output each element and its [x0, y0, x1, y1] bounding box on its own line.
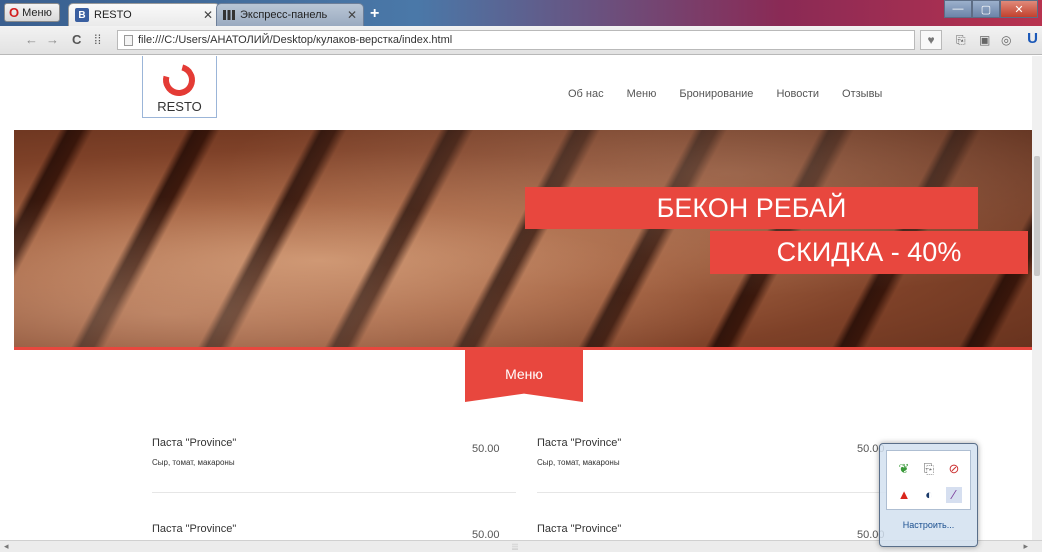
address-toolbar: ← → C ⁞⁞ file:///C:/Users/АНАТОЛИЙ/Deskt…: [0, 26, 1042, 55]
hero-divider: [14, 347, 1032, 350]
leaf-icon[interactable]: ❦: [896, 461, 912, 477]
nav-item-news[interactable]: Новости: [776, 88, 819, 100]
promo-title: БЕКОН РЕБАЙ: [525, 187, 978, 229]
menu-item-name: Паста "Province": [152, 523, 237, 535]
viewport-left-margin: [0, 56, 14, 540]
address-text: file:///C:/Users/АНАТОЛИЙ/Desktop/кулако…: [138, 34, 453, 46]
menu-item-name: Паста "Province": [537, 437, 622, 449]
menu-item-desc: Сыр, томат, макароны: [537, 458, 620, 467]
hero-banner: БЕКОН РЕБАЙ СКИДКА - 40%: [14, 130, 1032, 347]
nav-item-booking[interactable]: Бронирование: [679, 88, 753, 100]
nav-item-about[interactable]: Об нас: [568, 88, 604, 100]
clipboard-icon[interactable]: ⎘: [921, 461, 937, 477]
menu-section-ribbon: Меню: [465, 350, 583, 402]
close-icon[interactable]: ✕: [347, 8, 357, 22]
page-icon: [124, 35, 133, 46]
divider: [152, 492, 516, 493]
snapshot-icon[interactable]: ⎘: [956, 33, 966, 48]
warning-icon[interactable]: ▲: [896, 487, 912, 503]
tray-overflow-popup: ❦ ⎘ ⊘ ▲ ◐ ∕ Настроить...: [879, 443, 978, 547]
window-close-button[interactable]: ✕: [1000, 0, 1038, 18]
opera-logo-icon: O: [9, 5, 20, 20]
site-nav: Об нас Меню Бронирование Новости Отзывы: [568, 88, 882, 100]
tab-resto-label: RESTO: [94, 9, 132, 21]
opera-menu-button[interactable]: O Меню: [4, 3, 60, 22]
new-tab-button[interactable]: +: [370, 5, 379, 23]
menu-item-price: 50.00: [472, 529, 500, 540]
steam-icon[interactable]: ◐: [921, 487, 937, 503]
nav-item-reviews[interactable]: Отзывы: [842, 88, 882, 100]
site-header: RESTO Об нас Меню Бронирование Новости О…: [14, 56, 1032, 130]
menu-item-name: Паста "Province": [537, 523, 622, 535]
menu-item-desc: Сыр, томат, макароны: [152, 458, 235, 467]
pen-icon[interactable]: ∕: [946, 487, 962, 503]
menu-item-name: Паста "Province": [152, 437, 237, 449]
tab-speed-dial-label: Экспресс-панель: [240, 9, 328, 21]
site-logo[interactable]: RESTO: [142, 56, 217, 118]
scrollbar-thumb[interactable]: [1034, 156, 1040, 276]
browser-titlebar: O Меню B RESTO ✕ Экспресс-панель ✕ + ≡ —…: [0, 0, 1042, 26]
tab-speed-dial[interactable]: Экспресс-панель ✕: [216, 3, 364, 26]
address-field[interactable]: file:///C:/Users/АНАТОЛИЙ/Desktop/кулако…: [117, 30, 915, 50]
forward-arrow-icon[interactable]: →: [46, 32, 59, 47]
reload-icon[interactable]: C: [72, 32, 81, 47]
heart-icon[interactable]: ♥: [920, 30, 942, 50]
tray-icons-panel: ❦ ⎘ ⊘ ▲ ◐ ∕: [886, 450, 971, 510]
scroll-right-arrow-icon[interactable]: ▸: [1023, 541, 1028, 552]
speed-dial-icon: [223, 10, 235, 20]
opera-menu-label: Меню: [22, 6, 52, 19]
vertical-scrollbar[interactable]: [1032, 56, 1042, 540]
tray-customize-link[interactable]: Настроить...: [880, 520, 977, 530]
window-controls: — ▢ ✕: [944, 0, 1038, 18]
scroll-left-arrow-icon[interactable]: ◂: [4, 541, 9, 552]
scroll-grip-icon[interactable]: ⦙⦙⦙: [512, 542, 518, 553]
settings-icon[interactable]: ◎: [1001, 33, 1011, 47]
logo-text: RESTO: [157, 99, 202, 114]
close-icon[interactable]: ✕: [203, 8, 213, 22]
back-arrow-icon[interactable]: ←: [25, 32, 38, 47]
divider: [537, 492, 901, 493]
speed-dial-grid-icon[interactable]: ⁞⁞: [94, 32, 101, 47]
resto-favicon-icon: B: [75, 8, 89, 22]
promo-discount: СКИДКА - 40%: [710, 231, 1028, 274]
nav-item-menu[interactable]: Меню: [627, 88, 657, 100]
minimize-button[interactable]: —: [944, 0, 972, 18]
extension-u-icon[interactable]: U: [1027, 30, 1038, 47]
document-error-icon[interactable]: ⊘: [946, 461, 962, 477]
menu-item-price: 50.00: [472, 443, 500, 455]
maximize-button[interactable]: ▢: [972, 0, 1000, 18]
logo-ring-icon: [157, 58, 201, 102]
lock-icon[interactable]: ▣: [979, 33, 990, 47]
tab-resto[interactable]: B RESTO ✕: [68, 3, 220, 26]
